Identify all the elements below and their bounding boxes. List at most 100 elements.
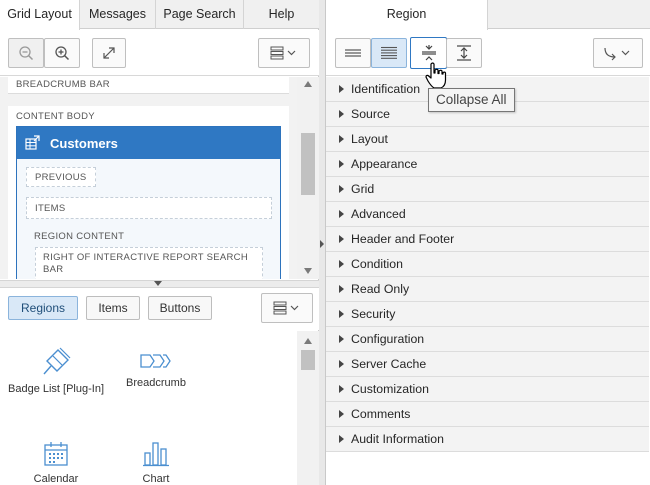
property-group-layout[interactable]: Layout bbox=[326, 127, 649, 152]
gallery-scroll-thumb[interactable] bbox=[301, 350, 315, 370]
property-group-label: Layout bbox=[351, 132, 388, 146]
expand-triangle-icon bbox=[339, 360, 344, 368]
property-group-label: Appearance bbox=[351, 157, 418, 171]
gallery-item-badge-list[interactable]: Badge List [Plug-In] bbox=[8, 347, 104, 396]
zoom-out-button[interactable] bbox=[8, 38, 44, 68]
content-body-label: CONTENT BODY bbox=[16, 111, 95, 122]
expand-all-icon bbox=[457, 45, 471, 61]
layout-menu-button[interactable] bbox=[258, 38, 310, 68]
gallery-item-breadcrumb[interactable]: Breadcrumb bbox=[108, 353, 204, 390]
gallery-item-label: Chart bbox=[142, 473, 170, 485]
gallery-scrollbar[interactable] bbox=[297, 331, 319, 485]
tab-help[interactable]: Help bbox=[244, 0, 319, 29]
chart-icon bbox=[143, 442, 169, 467]
property-group-appearance[interactable]: Appearance bbox=[326, 152, 649, 177]
previous-label: PREVIOUS bbox=[35, 172, 87, 183]
pane-splitter[interactable] bbox=[0, 280, 319, 288]
breadcrumb-bar-label: BREADCRUMB BAR bbox=[16, 79, 110, 90]
go-to-group-button[interactable] bbox=[593, 38, 643, 68]
property-toolbar bbox=[326, 30, 650, 76]
property-group-label: Condition bbox=[351, 257, 403, 271]
property-editor: Region Identification Source Layout Appe… bbox=[325, 0, 650, 485]
expand-triangle-icon bbox=[339, 160, 344, 168]
menu-icon bbox=[273, 301, 299, 315]
scroll-up-icon[interactable] bbox=[304, 338, 312, 344]
expand-triangle-icon bbox=[339, 285, 344, 293]
expand-triangle-icon bbox=[339, 110, 344, 118]
collapse-all-tooltip: Collapse All bbox=[428, 88, 515, 112]
breadcrumb-bar-block[interactable]: BREADCRUMB BAR bbox=[8, 77, 289, 94]
property-group-read-only[interactable]: Read Only bbox=[326, 277, 649, 302]
property-group-comments[interactable]: Comments bbox=[326, 402, 649, 427]
items-slot[interactable]: ITEMS bbox=[26, 197, 272, 219]
property-group-label: Security bbox=[351, 307, 396, 321]
collapse-all-icon bbox=[421, 45, 436, 61]
property-group-advanced[interactable]: Advanced bbox=[326, 202, 649, 227]
property-group-label: Audit Information bbox=[351, 432, 444, 446]
property-group-header-and-footer[interactable]: Header and Footer bbox=[326, 227, 649, 252]
property-group-label: Grid bbox=[351, 182, 375, 196]
gallery-item-chart[interactable]: Chart bbox=[108, 441, 204, 485]
tab-grid-layout[interactable]: Grid Layout bbox=[0, 0, 80, 30]
property-group-configuration[interactable]: Configuration bbox=[326, 327, 649, 352]
left-pane: Grid Layout Messages Page Search Help BR… bbox=[0, 0, 319, 485]
zoom-out-icon bbox=[19, 46, 34, 61]
menu-icon bbox=[270, 46, 296, 60]
region-grid-icon bbox=[25, 135, 40, 150]
right-of-search-bar-label: RIGHT OF INTERACTIVE REPORT SEARCH BAR bbox=[43, 252, 248, 275]
property-group-grid[interactable]: Grid bbox=[326, 177, 649, 202]
property-group-condition[interactable]: Condition bbox=[326, 252, 649, 277]
gallery-item-label: Breadcrumb bbox=[126, 377, 186, 389]
canvas-scroll-thumb[interactable] bbox=[301, 133, 315, 195]
expand-all-button[interactable] bbox=[446, 38, 482, 68]
gallery-menu-button[interactable] bbox=[261, 293, 313, 323]
property-group-security[interactable]: Security bbox=[326, 302, 649, 327]
show-common-button[interactable] bbox=[335, 38, 371, 68]
expand-triangle-icon bbox=[339, 435, 344, 443]
common-lines-icon bbox=[345, 49, 361, 57]
zoom-in-icon bbox=[55, 46, 70, 61]
expand-triangle-icon bbox=[339, 235, 344, 243]
zoom-in-button[interactable] bbox=[44, 38, 80, 68]
tab-region[interactable]: Region bbox=[326, 0, 488, 30]
divider-arrow-icon[interactable] bbox=[320, 240, 324, 248]
gallery-item-label: Calendar bbox=[33, 473, 79, 485]
right-of-search-bar-slot[interactable]: RIGHT OF INTERACTIVE REPORT SEARCH BAR bbox=[35, 247, 263, 279]
property-group-customization[interactable]: Customization bbox=[326, 377, 649, 402]
expand-triangle-icon bbox=[339, 410, 344, 418]
tab-buttons[interactable]: Buttons bbox=[148, 296, 212, 320]
layout-toolbar bbox=[0, 30, 319, 76]
component-gallery: Badge List [Plug-In] Breadcrumb Calendar bbox=[0, 331, 297, 485]
tab-messages[interactable]: Messages bbox=[80, 0, 156, 29]
tab-page-search[interactable]: Page Search bbox=[156, 0, 244, 29]
canvas-scrollbar[interactable] bbox=[297, 77, 319, 279]
expand-button[interactable] bbox=[92, 38, 126, 68]
scroll-down-icon[interactable] bbox=[304, 268, 312, 274]
property-group-label: Configuration bbox=[351, 332, 425, 346]
tab-items[interactable]: Items bbox=[86, 296, 140, 320]
badge-list-icon bbox=[43, 347, 71, 375]
gallery-toolbar: Regions Items Buttons bbox=[0, 288, 319, 330]
region-card-customers[interactable]: Customers PREVIOUS ITEMS REGION CONTENT … bbox=[16, 126, 281, 279]
property-group-audit-information[interactable]: Audit Information bbox=[326, 427, 649, 452]
region-title: Customers bbox=[50, 135, 118, 151]
region-content-label: REGION CONTENT bbox=[34, 231, 125, 242]
property-group-server-cache[interactable]: Server Cache bbox=[326, 352, 649, 377]
expand-triangle-icon bbox=[339, 210, 344, 218]
calendar-icon bbox=[44, 442, 68, 466]
gallery-item-calendar[interactable]: Calendar bbox=[8, 441, 104, 485]
property-group-label: Server Cache bbox=[351, 357, 427, 371]
layout-canvas: BREADCRUMB BAR CONTENT BODY Customers PR… bbox=[0, 77, 297, 279]
previous-slot[interactable]: PREVIOUS bbox=[26, 167, 96, 187]
expand-triangle-icon bbox=[339, 85, 344, 93]
items-label: ITEMS bbox=[35, 203, 66, 214]
tab-regions[interactable]: Regions bbox=[8, 296, 78, 320]
hand-pointer-icon bbox=[425, 62, 447, 89]
expand-triangle-icon bbox=[339, 185, 344, 193]
show-all-button[interactable] bbox=[371, 38, 407, 68]
region-header[interactable]: Customers bbox=[17, 127, 280, 159]
left-tab-bar: Grid Layout Messages Page Search Help bbox=[0, 0, 319, 30]
breadcrumb-icon bbox=[140, 354, 171, 368]
scroll-up-icon[interactable] bbox=[304, 81, 312, 87]
expand-triangle-icon bbox=[339, 310, 344, 318]
